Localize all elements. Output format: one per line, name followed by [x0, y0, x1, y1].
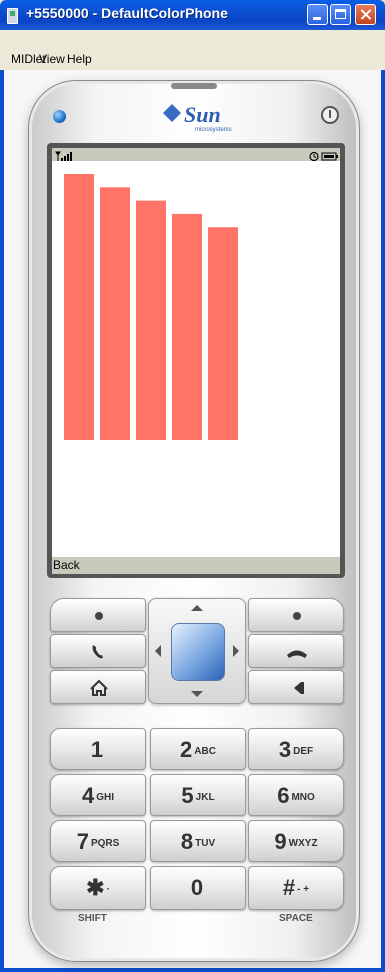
earpiece — [171, 83, 217, 89]
lcd-softkey-bar: Back — [52, 557, 340, 574]
key-digit: 1 — [90, 737, 104, 762]
nav-right-arrow-icon — [233, 645, 239, 657]
key-digit: ✱ — [86, 875, 105, 900]
nav-down-arrow-icon — [191, 691, 203, 697]
dot-icon — [293, 612, 301, 620]
window-title: +5550000 - DefaultColorPhone — [26, 5, 228, 21]
brand-text: Sun — [184, 102, 221, 127]
chart-bar-2 — [100, 187, 130, 440]
clock-icon — [309, 151, 319, 162]
navigation-pad[interactable] — [148, 598, 246, 704]
call-button[interactable] — [50, 634, 146, 668]
chart-bar-5 — [208, 227, 238, 440]
chart-bar-1 — [64, 174, 94, 440]
key-3[interactable]: 3 DEF — [248, 728, 344, 770]
nav-select-button[interactable] — [171, 623, 225, 681]
key-letters: TUV — [195, 838, 216, 849]
shift-label: SHIFT — [78, 913, 107, 924]
key-digit: 6 — [277, 783, 290, 808]
signal-icon — [55, 151, 72, 161]
window-titlebar[interactable]: +5550000 - DefaultColorPhone — [0, 0, 385, 30]
hang-up-icon — [287, 650, 307, 658]
key-11[interactable]: 0 — [150, 866, 246, 910]
menu-view[interactable]: View — [39, 52, 65, 66]
key-digit: 9 — [274, 829, 287, 854]
softkey-back-label[interactable]: Back — [53, 558, 80, 572]
back-clear-button[interactable] — [248, 670, 344, 704]
key-digit: # — [282, 875, 296, 900]
phone-icon — [92, 645, 103, 659]
space-label: SPACE — [279, 913, 313, 924]
menu-bar: MIDlet View Help — [0, 30, 385, 70]
minimize-button[interactable] — [307, 4, 328, 25]
brand-subtext: microsystems — [195, 127, 232, 133]
key-letters: DEF — [293, 746, 314, 757]
key-8[interactable]: 8 TUV — [150, 820, 246, 862]
key-7[interactable]: 7 PQRS — [50, 820, 146, 862]
nav-left-arrow-icon — [155, 645, 161, 657]
key-letters: - + — [297, 884, 310, 895]
home-icon — [90, 679, 108, 696]
chart-bar-3 — [136, 200, 166, 440]
power-button[interactable] — [321, 106, 339, 124]
key-digit: 3 — [278, 737, 292, 762]
bar-chart — [64, 174, 238, 440]
key-letters: PQRS — [90, 838, 120, 849]
close-button[interactable] — [355, 4, 376, 25]
key-letters: JKL — [195, 792, 215, 803]
battery-icon — [321, 152, 338, 161]
dot-icon — [95, 612, 103, 620]
end-call-button[interactable] — [248, 634, 344, 668]
key-letters: ABC — [194, 746, 216, 757]
key-digit: 2 — [180, 737, 193, 762]
key-10[interactable]: ✱ · — [50, 866, 146, 910]
key-letters: · — [106, 884, 110, 895]
key-6[interactable]: 6 MNO — [248, 774, 344, 816]
key-digit: 7 — [76, 829, 89, 854]
key-2[interactable]: 2 ABC — [150, 728, 246, 770]
status-led — [53, 110, 66, 123]
chart-bar-4 — [172, 213, 202, 440]
right-softkey[interactable] — [248, 598, 344, 632]
key-12[interactable]: # - + — [248, 866, 344, 910]
left-softkey[interactable] — [50, 598, 146, 632]
key-letters: WXYZ — [288, 838, 318, 849]
lcd-status-bar — [52, 148, 340, 162]
key-digit: 0 — [190, 875, 204, 900]
key-letters: MNO — [291, 792, 315, 803]
key-1[interactable]: 1 — [50, 728, 146, 770]
key-5[interactable]: 5 JKL — [150, 774, 246, 816]
key-digit: 4 — [81, 783, 95, 808]
key-letters: GHI — [96, 792, 115, 803]
sun-logo-diamond-icon — [163, 104, 181, 122]
key-digit: 5 — [181, 783, 194, 808]
key-4[interactable]: 4 GHI — [50, 774, 146, 816]
key-digit: 8 — [180, 829, 194, 854]
menu-help[interactable]: Help — [67, 52, 92, 66]
app-icon — [7, 8, 18, 24]
lcd-display — [52, 161, 340, 557]
back-arrow-icon — [294, 682, 304, 694]
maximize-button[interactable] — [330, 4, 351, 25]
home-button[interactable] — [50, 670, 146, 704]
sun-logo: Sun microsystems — [163, 102, 232, 133]
key-9[interactable]: 9 WXYZ — [248, 820, 344, 862]
nav-up-arrow-icon — [191, 605, 203, 611]
